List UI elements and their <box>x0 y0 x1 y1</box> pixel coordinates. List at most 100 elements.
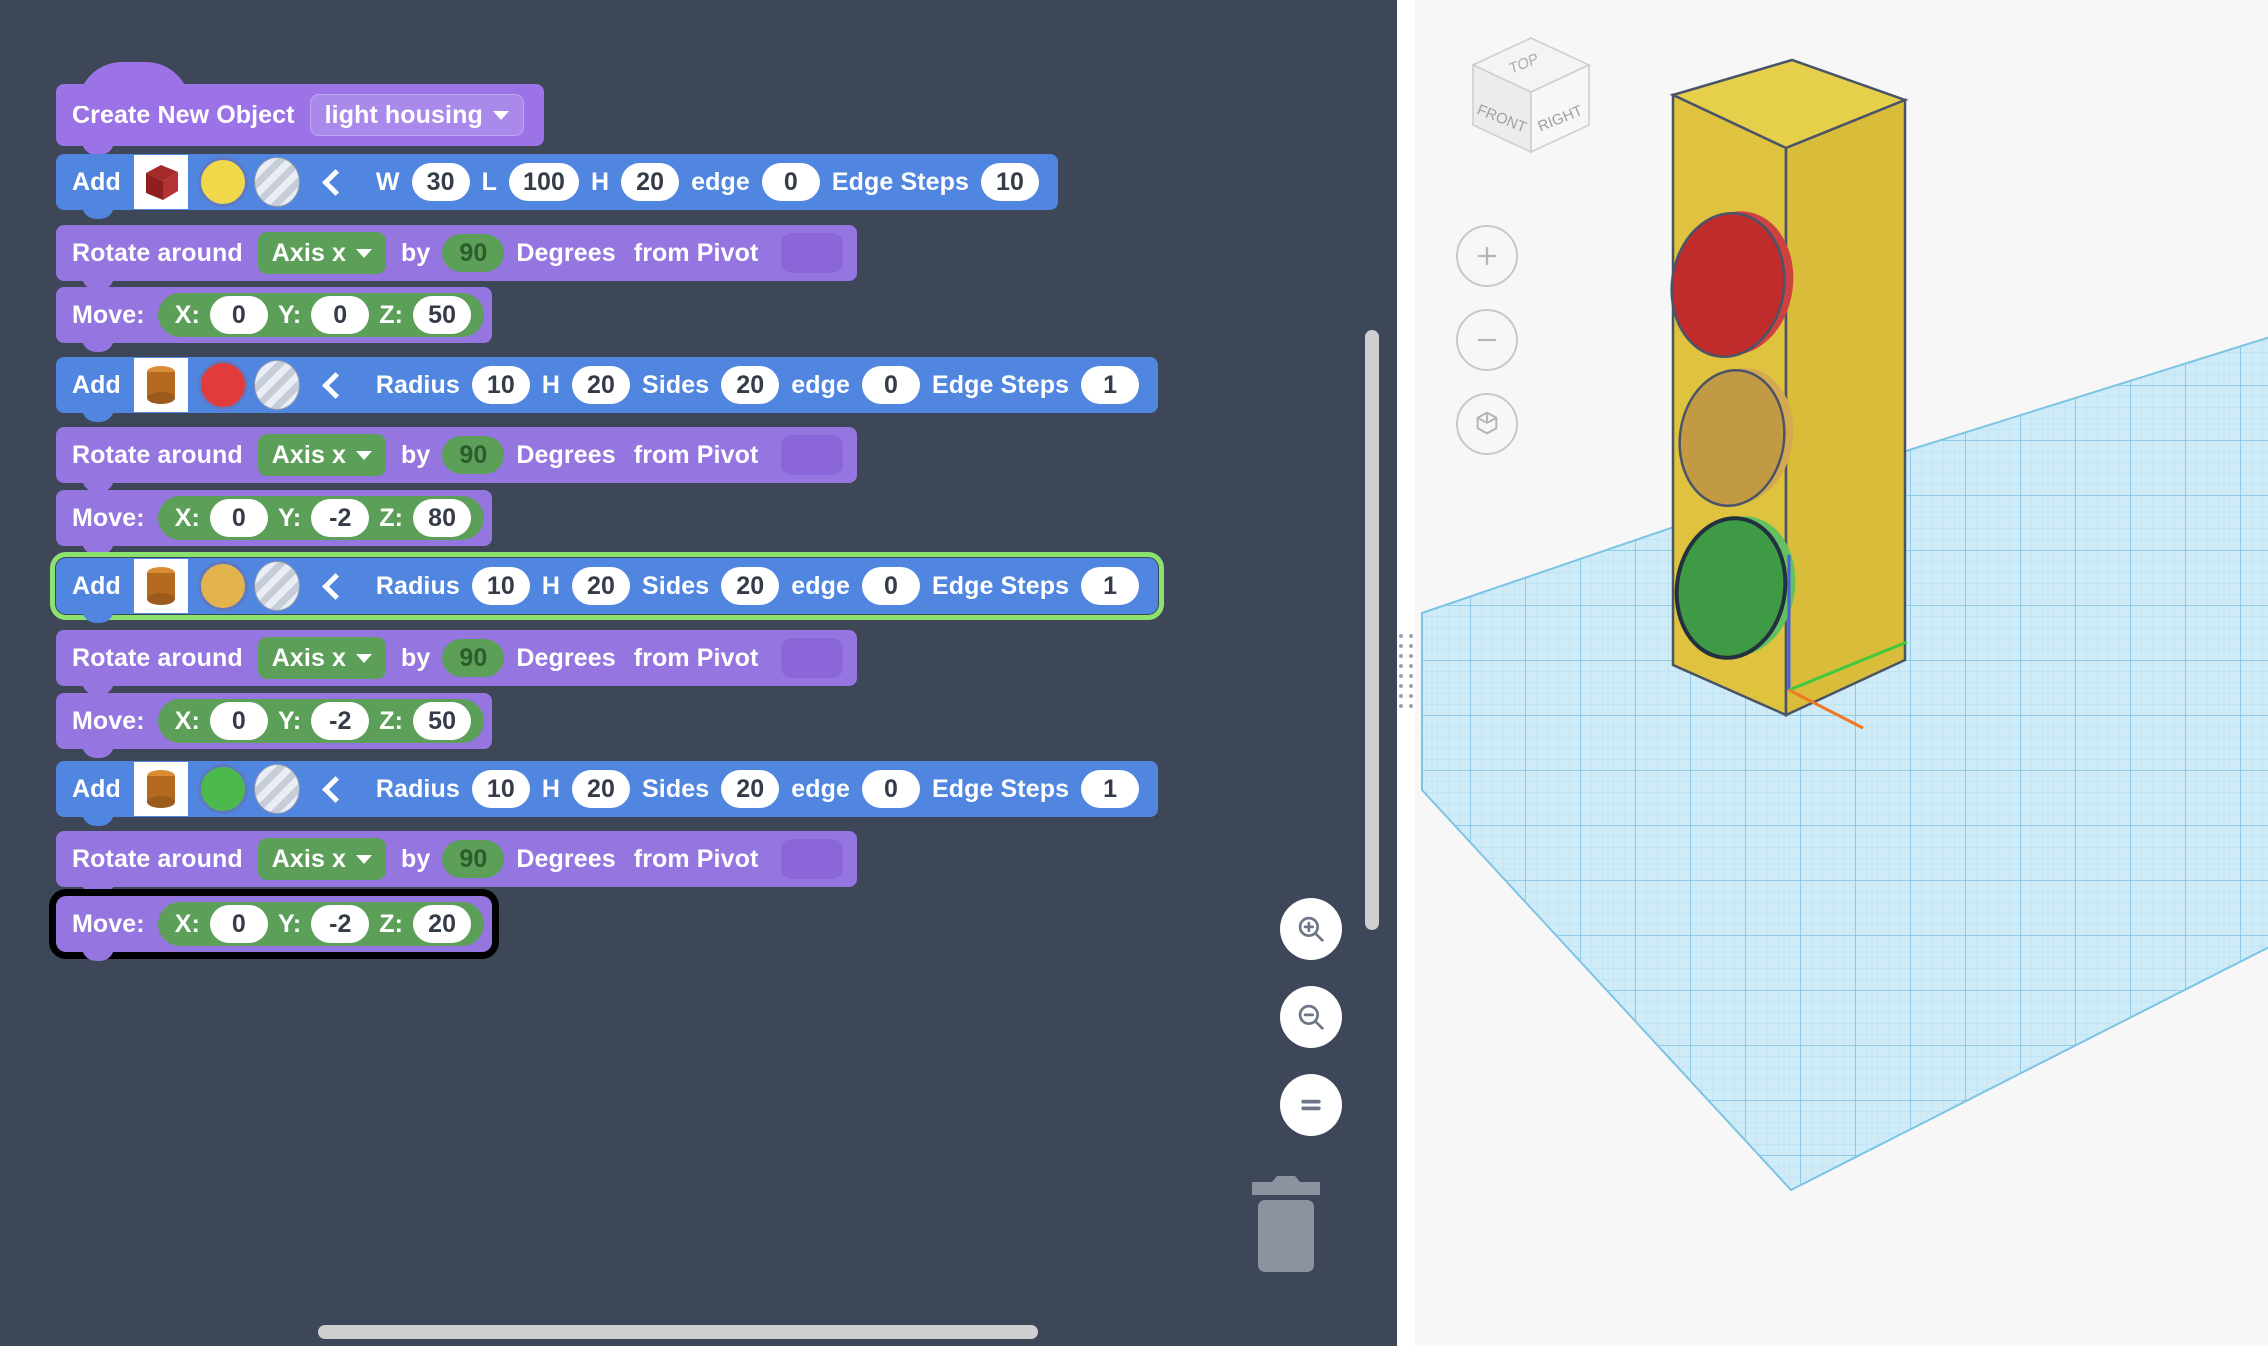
field-value-edge-steps[interactable]: 1 <box>1081 366 1140 404</box>
add-cylinder-block-red[interactable]: Add Radius 10 H 20 Sides 20 edge 0 Edge … <box>56 357 1159 422</box>
pivot-slot[interactable] <box>781 638 844 678</box>
axis-label: Axis x <box>271 643 347 672</box>
move-z-value[interactable]: 80 <box>413 499 472 537</box>
field-value-edge[interactable]: 0 <box>861 366 920 404</box>
degrees-value[interactable]: 90 <box>442 639 505 677</box>
rotate-block[interactable]: Rotate around Axis x by 90 Degrees from … <box>56 427 858 492</box>
move-z-value[interactable]: 20 <box>413 905 472 943</box>
block-knob <box>82 740 114 758</box>
move-y-value[interactable]: -2 <box>311 499 370 537</box>
field-value-radius[interactable]: 10 <box>471 770 530 808</box>
move-x-value[interactable]: 0 <box>209 296 268 334</box>
move-y-value[interactable]: 0 <box>311 296 370 334</box>
field-value-edge[interactable]: 0 <box>861 567 920 605</box>
field-value-edge[interactable]: 0 <box>861 770 920 808</box>
rotate-block[interactable]: Rotate around Axis x by 90 Degrees from … <box>56 225 858 290</box>
hat-bump <box>78 62 190 106</box>
field-value-h[interactable]: 20 <box>572 770 631 808</box>
add-cylinder-block-amber[interactable]: Add Radius 10 H 20 Sides 20 edge 0 Edge … <box>49 552 1165 623</box>
3d-viewport[interactable]: TOP FRONT RIGHT <box>1415 0 2268 1346</box>
block-editor-pane[interactable]: Create New Object light housing Add W 30… <box>0 0 1397 1346</box>
h-scrollbar-track[interactable] <box>0 1318 1380 1346</box>
zoom-out-button[interactable] <box>1280 986 1342 1048</box>
field-value-h[interactable]: 20 <box>621 163 680 201</box>
axis-dropdown[interactable]: Axis x <box>257 232 387 274</box>
field-value-sides[interactable]: 20 <box>721 770 780 808</box>
object-name-dropdown[interactable]: light housing <box>309 94 524 136</box>
viewport-zoom-out-button[interactable] <box>1456 309 1518 371</box>
field-value-sides[interactable]: 20 <box>721 366 780 404</box>
move-z-value[interactable]: 50 <box>413 702 472 740</box>
color-swatch[interactable] <box>197 764 248 814</box>
view-cube[interactable]: TOP FRONT RIGHT <box>1443 20 1613 170</box>
field-value-sides[interactable]: 20 <box>721 567 780 605</box>
add-cylinder-block-green[interactable]: Add Radius 10 H 20 Sides 20 edge 0 Edge … <box>56 761 1159 826</box>
chevron-left-icon[interactable] <box>321 775 349 803</box>
trash-button[interactable] <box>1240 1168 1332 1273</box>
degrees-value[interactable]: 90 <box>442 840 505 878</box>
viewport-fit-button[interactable] <box>1456 393 1518 455</box>
move-y-value[interactable]: -2 <box>311 702 370 740</box>
move-block-selected[interactable]: Move: X: 0 Y: -2 Z: 20 <box>56 896 493 961</box>
move-y-value[interactable]: -2 <box>311 905 370 943</box>
field-value-radius[interactable]: 10 <box>471 567 530 605</box>
chevron-left-icon[interactable] <box>321 371 349 399</box>
add-box-block[interactable]: Add W 30 L 100 H 20 edge 0 Edge Steps 10 <box>56 154 1059 219</box>
degrees-value[interactable]: 90 <box>442 436 505 474</box>
texture-swatch[interactable] <box>253 157 300 207</box>
degrees-value[interactable]: 90 <box>442 234 505 272</box>
field-value-edge-steps[interactable]: 1 <box>1081 770 1140 808</box>
pivot-slot[interactable] <box>781 435 844 475</box>
field-value-edge-steps[interactable]: 1 <box>1081 567 1140 605</box>
cylinder-shape-thumbnail[interactable] <box>133 559 188 613</box>
move-x-value[interactable]: 0 <box>209 905 268 943</box>
v-scrollbar-thumb[interactable] <box>1365 330 1379 930</box>
zoom-in-button[interactable] <box>1280 898 1342 960</box>
scene-canvas[interactable] <box>1415 0 2268 1346</box>
block-knob <box>82 605 114 623</box>
axis-dropdown[interactable]: Axis x <box>257 838 387 880</box>
field-value-edge[interactable]: 0 <box>761 163 820 201</box>
cylinder-shape-thumbnail[interactable] <box>133 762 188 816</box>
axis-label: Axis x <box>271 440 347 469</box>
traffic-light-object[interactable] <box>1663 58 1909 730</box>
color-swatch[interactable] <box>197 561 248 611</box>
rotate-block[interactable]: Rotate around Axis x by 90 Degrees from … <box>56 630 858 695</box>
script-canvas[interactable]: Create New Object light housing Add W 30… <box>0 0 1380 1318</box>
pane-divider[interactable] <box>1397 0 1415 1346</box>
move-x-value[interactable]: 0 <box>209 499 268 537</box>
move-z-value[interactable]: 50 <box>413 296 472 334</box>
cylinder-shape-thumbnail[interactable] <box>133 358 188 412</box>
texture-swatch[interactable] <box>253 764 300 814</box>
rotate-block[interactable]: Rotate around Axis x by 90 Degrees from … <box>56 831 858 896</box>
field-label-sides: Sides <box>642 571 710 600</box>
pivot-slot[interactable] <box>781 839 844 879</box>
texture-swatch[interactable] <box>253 561 300 611</box>
field-value-l[interactable]: 100 <box>508 163 579 201</box>
create-new-object-block[interactable]: Create New Object light housing <box>56 62 544 155</box>
h-scrollbar-thumb[interactable] <box>318 1325 1038 1339</box>
texture-swatch[interactable] <box>253 360 300 410</box>
pivot-slot[interactable] <box>781 233 844 273</box>
move-x-value[interactable]: 0 <box>209 702 268 740</box>
axis-dropdown[interactable]: Axis x <box>257 434 387 476</box>
divider-grip[interactable] <box>1399 612 1413 730</box>
field-value-w[interactable]: 30 <box>411 163 470 201</box>
box-shape-thumbnail[interactable] <box>133 155 188 209</box>
move-block[interactable]: Move: X: 0 Y: 0 Z: 50 <box>56 287 493 352</box>
zoom-reset-button[interactable] <box>1280 1074 1342 1136</box>
field-value-radius[interactable]: 10 <box>471 366 530 404</box>
color-swatch[interactable] <box>197 157 248 207</box>
viewport-zoom-in-button[interactable] <box>1456 225 1518 287</box>
axis-dropdown[interactable]: Axis x <box>257 637 387 679</box>
field-value-h[interactable]: 20 <box>572 366 631 404</box>
field-value-h[interactable]: 20 <box>572 567 631 605</box>
move-block[interactable]: Move: X: 0 Y: -2 Z: 80 <box>56 490 493 555</box>
color-swatch[interactable] <box>197 360 248 410</box>
chevron-left-icon[interactable] <box>321 168 349 196</box>
chevron-left-icon[interactable] <box>321 572 349 600</box>
field-value-edge-steps[interactable]: 10 <box>981 163 1040 201</box>
move-block[interactable]: Move: X: 0 Y: -2 Z: 50 <box>56 693 493 758</box>
block-knob <box>82 404 114 422</box>
move-y-label: Y: <box>277 300 302 329</box>
